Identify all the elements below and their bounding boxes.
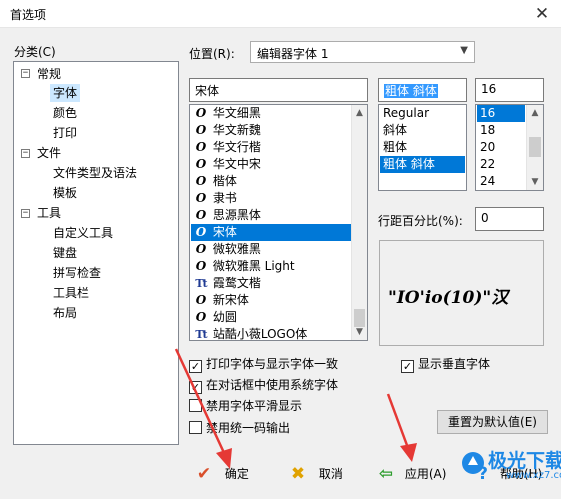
category-tree[interactable]: − 常规 字体 颜色 打印 − 文件 文件类型及语法 模板 − 工具 自定义工具… [13, 61, 179, 445]
opentype-icon: O [195, 225, 207, 239]
window-title: 首选项 [10, 8, 47, 22]
style-item-selected[interactable]: 粗体 斜体 [380, 156, 465, 173]
chevron-down-icon: ▼ [460, 45, 468, 56]
tree-item-spellcheck[interactable]: 拼写检查 [50, 264, 104, 282]
line-spacing-input[interactable]: 0 [475, 207, 544, 231]
site-logo-icon [462, 452, 484, 474]
opentype-icon: O [195, 174, 207, 188]
font-item[interactable]: O 华文中宋 [191, 156, 351, 173]
tree-item-layout[interactable]: 布局 [50, 304, 80, 322]
font-size-list[interactable]: 16 18 20 22 24 ▲ ▼ [475, 104, 544, 191]
tree-item-toolbar[interactable]: 工具栏 [50, 284, 92, 302]
annotation-arrow-icon [174, 348, 232, 469]
tree-item-keyboard[interactable]: 键盘 [50, 244, 80, 262]
cancel-button[interactable]: ✖ 取消 [287, 459, 343, 489]
opentype-icon: O [195, 293, 207, 307]
collapse-icon[interactable]: − [21, 69, 30, 78]
font-item[interactable]: O 新宋体 [191, 292, 351, 309]
font-item[interactable]: O 幼圆 [191, 309, 351, 326]
truetype-icon: Tt [195, 277, 207, 290]
font-item[interactable]: O 思源黑体 [191, 207, 351, 224]
scroll-down-icon[interactable]: ▼ [352, 324, 367, 340]
style-item[interactable]: Regular [380, 105, 465, 122]
opentype-icon: O [195, 191, 207, 205]
font-item[interactable]: O 华文行楷 [191, 139, 351, 156]
tree-item-tools[interactable]: 工具 [34, 204, 64, 222]
opentype-icon: O [195, 106, 207, 120]
font-item[interactable]: O 微软雅黑 [191, 241, 351, 258]
close-icon[interactable]: ✕ [535, 4, 549, 24]
opentype-icon: O [195, 157, 207, 171]
scroll-up-icon[interactable]: ▲ [352, 105, 367, 121]
opentype-icon: O [195, 242, 207, 256]
opentype-icon: O [195, 208, 207, 222]
scroll-down-icon[interactable]: ▼ [527, 174, 543, 190]
truetype-icon: Tt [195, 328, 207, 341]
cross-icon: ✖ [290, 464, 306, 484]
size-item[interactable]: 18 [477, 122, 525, 139]
collapse-icon[interactable]: − [21, 209, 30, 218]
font-name-input[interactable]: 宋体 [189, 78, 368, 102]
close-button[interactable]: ✕ [531, 4, 553, 24]
tree-item-custom-tools[interactable]: 自定义工具 [50, 224, 116, 242]
tree-item-font[interactable]: 字体 [50, 84, 81, 102]
opentype-icon: O [195, 259, 207, 273]
collapse-icon[interactable]: − [21, 149, 30, 158]
position-value: 编辑器字体 1 [257, 47, 329, 61]
font-style-list[interactable]: Regular 斜体 粗体 粗体 斜体 [378, 104, 467, 191]
font-item[interactable]: O 华文新魏 [191, 122, 351, 139]
font-item[interactable]: O 楷体 [191, 173, 351, 190]
tree-item-print[interactable]: 打印 [50, 124, 80, 142]
font-item[interactable]: O 隶书 [191, 190, 351, 207]
tree-item-color[interactable]: 颜色 [50, 104, 80, 122]
tree-item-filetypes[interactable]: 文件类型及语法 [50, 164, 140, 182]
category-label: 分类(C) [14, 45, 56, 59]
size-item-selected[interactable]: 16 [477, 105, 525, 122]
preview-text: "IO'io(10)"汉 [388, 288, 509, 308]
reset-default-button[interactable]: 重置为默认值(E) [437, 410, 548, 434]
font-preview: "IO'io(10)"汉 [379, 240, 544, 346]
size-item[interactable]: 22 [477, 156, 525, 173]
font-size-input[interactable]: 16 [475, 78, 544, 102]
checkbox-vertical-font[interactable]: ✓ 显示垂直字体 [401, 356, 490, 373]
opentype-icon: O [195, 123, 207, 137]
size-item[interactable]: 20 [477, 139, 525, 156]
font-style-input[interactable]: 粗体 斜体 [378, 78, 467, 102]
title-bar [0, 0, 561, 28]
font-item[interactable]: O 华文细黑 [191, 105, 351, 122]
tree-item-templates[interactable]: 模板 [50, 184, 80, 202]
style-item[interactable]: 斜体 [380, 122, 465, 139]
scroll-thumb[interactable] [529, 137, 541, 157]
tree-item-general[interactable]: 常规 [34, 65, 64, 83]
font-item[interactable]: O 微软雅黑 Light [191, 258, 351, 275]
font-list[interactable]: O 华文细黑 O 华文新魏 O 华文行楷 O 华文中宋 O 楷体 O 隶书 O … [189, 104, 368, 341]
watermark-name: 极光下载站 [488, 450, 561, 472]
position-select[interactable]: 编辑器字体 1 ▼ [250, 41, 475, 63]
font-item[interactable]: Tt 站酷小薇LOGO体 [191, 326, 351, 343]
size-item[interactable]: 24 [477, 173, 525, 190]
style-item[interactable]: 粗体 [380, 139, 465, 156]
size-list-scrollbar[interactable]: ▲ ▼ [526, 105, 543, 190]
checkbox-checked-icon[interactable]: ✓ [401, 360, 414, 373]
opentype-icon: O [195, 140, 207, 154]
font-list-scrollbar[interactable]: ▲ ▼ [351, 105, 367, 340]
watermark-url: www.xz7.com [506, 470, 561, 481]
font-item-selected[interactable]: O 宋体 [191, 224, 351, 241]
opentype-icon: O [195, 310, 207, 324]
scroll-up-icon[interactable]: ▲ [527, 105, 543, 121]
annotation-arrow-icon [386, 393, 417, 462]
font-item[interactable]: Tt 霞鹜文楷 [191, 275, 351, 292]
tree-item-file[interactable]: 文件 [34, 144, 64, 162]
position-label: 位置(R): [189, 47, 235, 61]
line-spacing-label: 行距百分比(%): [378, 214, 463, 228]
